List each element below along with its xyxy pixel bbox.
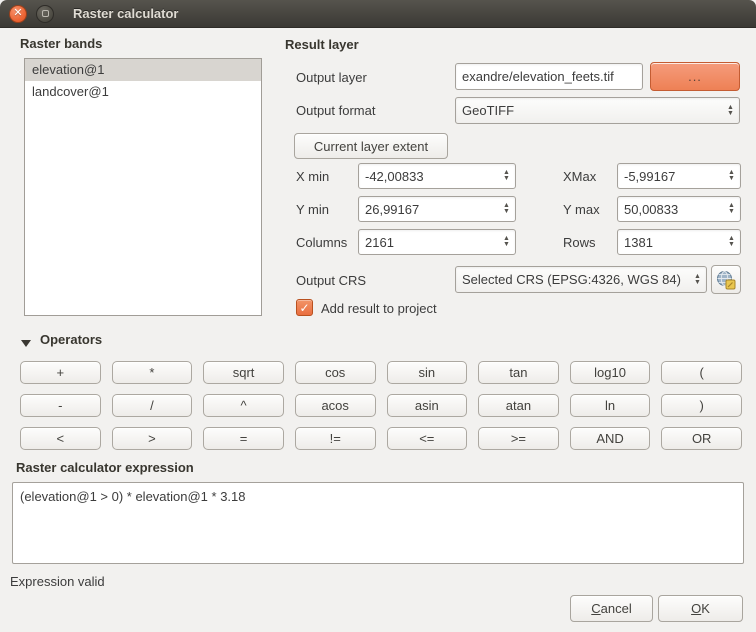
result-layer-heading: Result layer <box>285 37 359 52</box>
output-layer-label: Output layer <box>296 70 367 85</box>
op-gte-button[interactable]: >= <box>478 427 559 450</box>
operators-heading[interactable]: Operators <box>40 332 102 347</box>
op-neq-button[interactable]: != <box>295 427 376 450</box>
cancel-button-label: Cancel <box>591 601 631 616</box>
op-ln-button[interactable]: ln <box>570 394 651 417</box>
op-minus-button[interactable]: - <box>20 394 101 417</box>
list-item-elevation[interactable]: elevation@1 <box>25 59 261 81</box>
columns-stepper-icon[interactable]: ▲▼ <box>498 230 515 254</box>
xmin-spinbox[interactable]: -42,00833 ▲▼ <box>358 163 516 189</box>
columns-spinbox[interactable]: 2161 ▲▼ <box>358 229 516 255</box>
op-div-button[interactable]: / <box>112 394 193 417</box>
op-asin-button[interactable]: asin <box>387 394 468 417</box>
op-pow-button[interactable]: ^ <box>203 394 284 417</box>
expression-heading: Raster calculator expression <box>16 460 194 475</box>
op-acos-button[interactable]: acos <box>295 394 376 417</box>
browse-output-button[interactable]: ... <box>650 62 740 91</box>
xmin-label: X min <box>296 169 329 184</box>
add-result-checkbox[interactable]: ✓ <box>296 299 313 316</box>
ymin-label: Y min <box>296 202 329 217</box>
ymax-spinbox[interactable]: 50,00833 ▲▼ <box>617 196 741 222</box>
op-or-button[interactable]: OR <box>661 427 742 450</box>
output-format-combo[interactable]: GeoTIFF ▲▼ <box>455 97 740 124</box>
xmax-value: -5,99167 <box>618 169 723 184</box>
op-cos-button[interactable]: cos <box>295 361 376 384</box>
ymin-value: 26,99167 <box>359 202 498 217</box>
select-crs-button[interactable] <box>711 265 741 294</box>
rows-value: 1381 <box>618 235 723 250</box>
op-lte-button[interactable]: <= <box>387 427 468 450</box>
xmax-spinbox[interactable]: -5,99167 ▲▼ <box>617 163 741 189</box>
title-bar[interactable]: ✕ Raster calculator <box>0 0 756 28</box>
xmax-stepper-icon[interactable]: ▲▼ <box>723 164 740 188</box>
op-close-paren-button[interactable]: ) <box>661 394 742 417</box>
maximize-square-glyph <box>42 10 49 17</box>
output-layer-input[interactable]: exandre/elevation_feets.tif <box>455 63 643 90</box>
list-item-landcover[interactable]: landcover@1 <box>25 81 261 103</box>
ok-button[interactable]: OK <box>658 595 743 622</box>
xmin-value: -42,00833 <box>359 169 498 184</box>
output-crs-combo[interactable]: Selected CRS (EPSG:4326, WGS 84) ▲▼ <box>455 266 707 293</box>
window-title: Raster calculator <box>73 6 179 21</box>
op-tan-button[interactable]: tan <box>478 361 559 384</box>
rows-spinbox[interactable]: 1381 ▲▼ <box>617 229 741 255</box>
rows-label: Rows <box>563 235 596 250</box>
columns-label: Columns <box>296 235 347 250</box>
combo-stepper-icon[interactable]: ▲▼ <box>722 98 739 123</box>
ymin-stepper-icon[interactable]: ▲▼ <box>498 197 515 221</box>
columns-value: 2161 <box>359 235 498 250</box>
op-mult-button[interactable]: * <box>112 361 193 384</box>
op-atan-button[interactable]: atan <box>478 394 559 417</box>
expression-status: Expression valid <box>10 574 105 589</box>
ymax-value: 50,00833 <box>618 202 723 217</box>
op-and-button[interactable]: AND <box>570 427 651 450</box>
op-plus-button[interactable]: + <box>20 361 101 384</box>
combo-stepper-icon[interactable]: ▲▼ <box>689 267 706 292</box>
op-open-paren-button[interactable]: ( <box>661 361 742 384</box>
output-crs-label: Output CRS <box>296 273 366 288</box>
op-lt-button[interactable]: < <box>20 427 101 450</box>
raster-bands-list[interactable]: elevation@1 landcover@1 <box>24 58 262 316</box>
collapse-triangle-icon[interactable] <box>21 340 31 347</box>
output-layer-value: exandre/elevation_feets.tif <box>456 69 642 84</box>
op-sin-button[interactable]: sin <box>387 361 468 384</box>
rows-stepper-icon[interactable]: ▲▼ <box>723 230 740 254</box>
output-format-value: GeoTIFF <box>456 103 722 118</box>
raster-calculator-dialog: ✕ Raster calculator Raster bands elevati… <box>0 0 756 632</box>
ymin-spinbox[interactable]: 26,99167 ▲▼ <box>358 196 516 222</box>
close-icon[interactable]: ✕ <box>9 5 27 23</box>
ymax-label: Y max <box>563 202 600 217</box>
op-gt-button[interactable]: > <box>112 427 193 450</box>
cancel-button[interactable]: Cancel <box>570 595 653 622</box>
current-layer-extent-button[interactable]: Current layer extent <box>294 133 448 159</box>
maximize-icon[interactable] <box>36 5 54 23</box>
expression-textarea[interactable]: (elevation@1 > 0) * elevation@1 * 3.18 <box>12 482 744 564</box>
xmin-stepper-icon[interactable]: ▲▼ <box>498 164 515 188</box>
output-format-label: Output format <box>296 103 375 118</box>
output-crs-value: Selected CRS (EPSG:4326, WGS 84) <box>456 272 689 287</box>
raster-bands-heading: Raster bands <box>20 36 102 51</box>
op-sqrt-button[interactable]: sqrt <box>203 361 284 384</box>
globe-edit-icon <box>716 270 736 290</box>
operators-grid: + * sqrt cos sin tan log10 ( - / ^ acos … <box>20 361 742 450</box>
add-result-label: Add result to project <box>321 301 437 316</box>
ok-button-label: OK <box>691 601 710 616</box>
xmax-label: XMax <box>563 169 596 184</box>
op-log10-button[interactable]: log10 <box>570 361 651 384</box>
op-eq-button[interactable]: = <box>203 427 284 450</box>
ymax-stepper-icon[interactable]: ▲▼ <box>723 197 740 221</box>
